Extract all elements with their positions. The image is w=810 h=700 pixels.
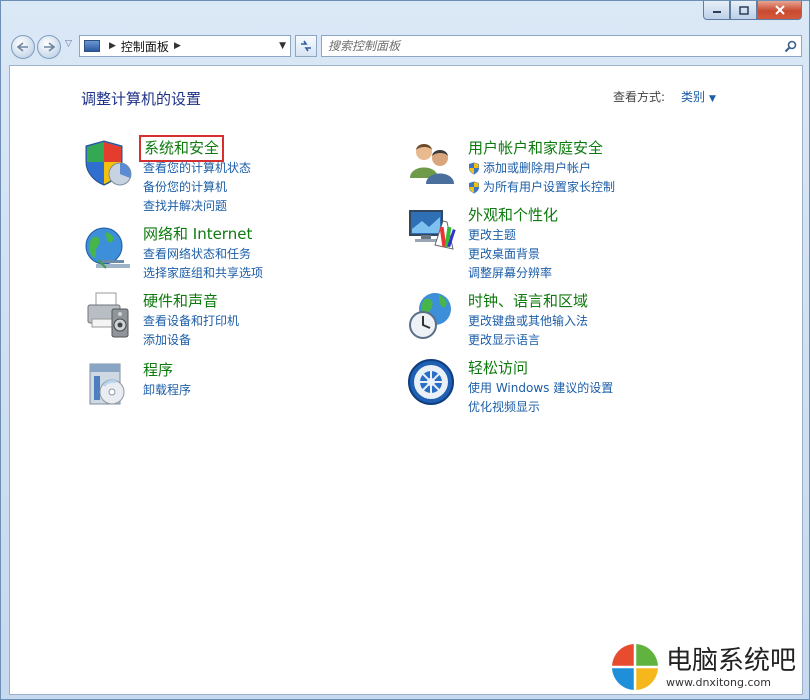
back-button[interactable] [11,35,35,59]
link-change-theme[interactable]: 更改主题 [468,226,558,245]
navigation-bar: ▽ ▶ 控制面板 ▶ ▼ [9,34,803,60]
category-title[interactable]: 时钟、语言和区域 [468,292,588,311]
arrow-right-icon [44,42,55,52]
address-dropdown-icon[interactable]: ▼ [279,41,286,51]
window-caption-buttons [703,1,802,20]
link-screen-resolution[interactable]: 调整屏幕分辨率 [468,264,558,283]
link-optimize-display[interactable]: 优化视频显示 [468,398,613,417]
page-title: 调整计算机的设置 [81,90,202,108]
program-disc-icon [89,363,125,405]
minimize-icon [712,11,721,13]
link-change-keyboard[interactable]: 更改键盘或其他输入法 [468,312,588,331]
view-by-label: 查看方式: [613,90,666,104]
breadcrumb-separator-icon[interactable]: ▶ [109,41,116,51]
windows-logo-icon [611,644,658,690]
breadcrumb-control-panel[interactable]: 控制面板 [121,38,169,55]
view-by-dropdown[interactable]: 类别 ▼ [681,88,716,105]
close-icon [774,5,785,15]
breadcrumb-separator-icon[interactable]: ▶ [174,41,181,51]
category-title[interactable]: 网络和 Internet [143,225,252,244]
view-by-value: 类别 [681,90,706,104]
control-panel-window: ▽ ▶ 控制面板 ▶ ▼ 调整计算机的设置 查看方式: 类别▼ [0,0,810,700]
watermark-url: www.dnxitong.com [665,675,771,689]
content-pane: 调整计算机的设置 查看方式: 类别 ▼ 系统和安全 查看您的计算机状态 备份您的计… [9,65,803,695]
shield-chart-icon [85,140,132,186]
refresh-button[interactable] [295,35,317,57]
link-recommended-settings[interactable]: 使用 Windows 建议的设置 [468,379,613,398]
control-panel-icon [84,40,100,52]
link-change-wallpaper[interactable]: 更改桌面背景 [468,245,558,264]
minimize-button[interactable] [703,1,730,20]
link-devices-printers[interactable]: 查看设备和打印机 [143,312,239,331]
uac-shield-icon [469,181,479,194]
link-troubleshoot[interactable]: 查找并解决问题 [143,197,251,216]
site-watermark: 电脑系统吧 www.dnxitong.com [607,640,799,693]
clock-globe-icon [409,293,451,339]
category-title[interactable]: 程序 [143,361,173,380]
category-title[interactable]: 外观和个性化 [468,206,558,225]
maximize-button[interactable] [730,1,757,20]
uac-shield-icon [469,162,479,175]
search-icon[interactable] [782,38,798,54]
link-homegroup-sharing[interactable]: 选择家庭组和共享选项 [143,264,263,283]
category-title[interactable]: 硬件和声音 [143,292,218,311]
watermark-title: 电脑系统吧 [665,645,796,676]
link-uninstall-program[interactable]: 卸载程序 [143,381,191,400]
printer-speaker-icon [87,292,129,338]
recent-pages-button[interactable]: ▽ [65,39,72,49]
category-title[interactable]: 用户帐户和家庭安全 [468,139,603,158]
link-backup-computer[interactable]: 备份您的计算机 [143,178,251,197]
forward-button[interactable] [37,35,61,59]
link-add-device[interactable]: 添加设备 [143,331,239,350]
arrow-left-icon [17,42,28,52]
category-title[interactable]: 系统和安全 [138,135,225,162]
search-box [321,35,802,57]
link-parental-controls[interactable]: 为所有用户设置家长控制 [468,178,615,197]
ease-of-access-icon [408,359,454,405]
link-display-language[interactable]: 更改显示语言 [468,331,588,350]
address-bar[interactable]: ▶ 控制面板 ▶ ▼ [79,35,291,57]
category-title[interactable]: 轻松访问 [468,359,528,378]
link-view-network-status[interactable]: 查看网络状态和任务 [143,245,263,264]
network-globe-icon [85,227,130,269]
refresh-icon [301,40,311,52]
search-input[interactable] [322,36,782,56]
chevron-down-icon: ▼ [709,94,716,104]
users-icon [410,144,454,184]
link-add-remove-accounts[interactable]: 添加或删除用户帐户 [468,159,615,178]
maximize-icon [738,5,749,15]
link-view-computer-status[interactable]: 查看您的计算机状态 [143,159,251,178]
monitor-palette-icon [409,210,456,250]
close-button[interactable] [757,1,802,20]
